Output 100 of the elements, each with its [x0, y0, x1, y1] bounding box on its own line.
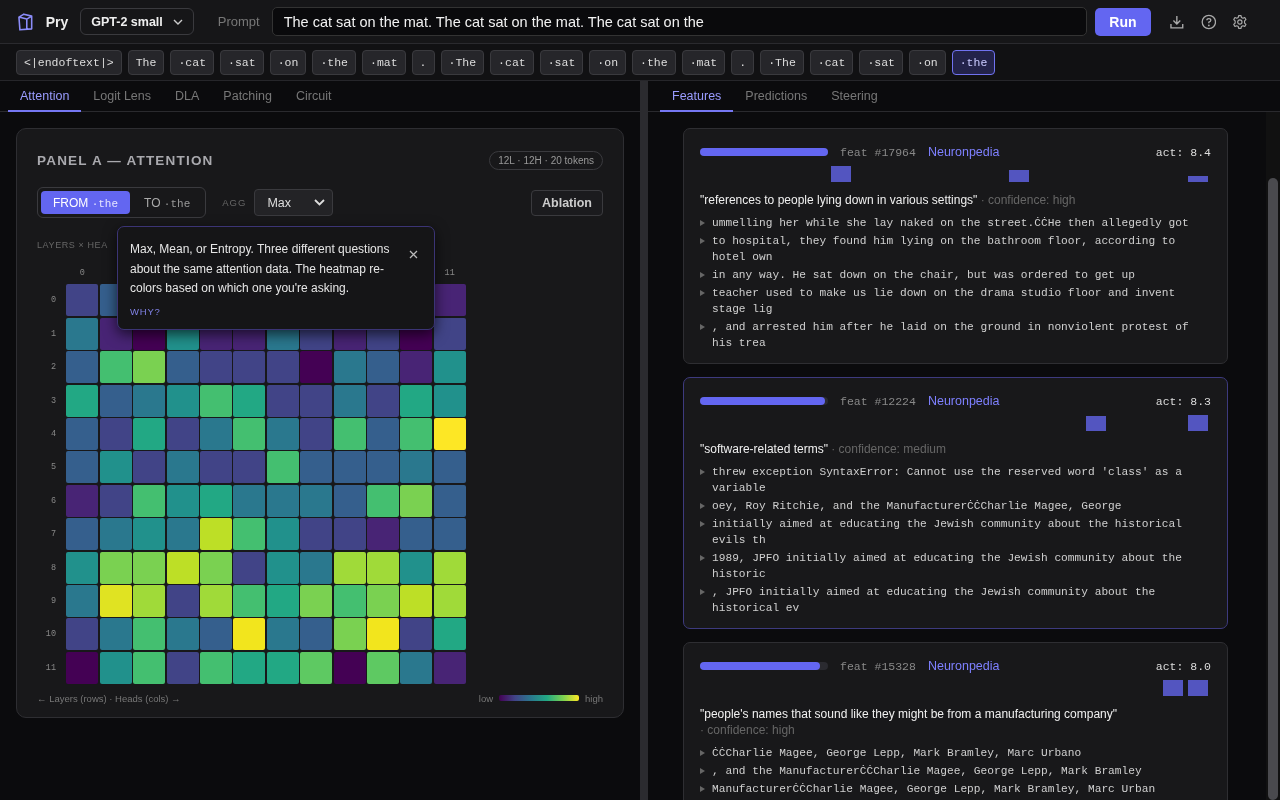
heatmap-cell[interactable] [99, 417, 132, 450]
heatmap-cell[interactable] [66, 584, 99, 617]
direction-option[interactable]: TO ·the [132, 191, 203, 214]
heatmap-cell[interactable] [166, 384, 199, 417]
panel-resize-handle[interactable] [640, 81, 648, 800]
token-chip[interactable]: ·the [632, 49, 676, 75]
heatmap-cell[interactable] [433, 651, 466, 684]
heatmap-cell[interactable] [433, 417, 466, 450]
heatmap-cell[interactable] [300, 351, 333, 384]
heatmap-cell[interactable] [199, 651, 232, 684]
heatmap-cell[interactable] [133, 551, 166, 584]
heatmap-cell[interactable] [233, 584, 266, 617]
heatmap-cell[interactable] [433, 284, 466, 317]
heatmap-cell[interactable] [199, 618, 232, 651]
heatmap-cell[interactable] [400, 551, 433, 584]
heatmap-cell[interactable] [133, 384, 166, 417]
heatmap-cell[interactable] [266, 484, 299, 517]
heatmap-cell[interactable] [266, 518, 299, 551]
heatmap-cell[interactable] [199, 417, 232, 450]
tab[interactable]: Patching [211, 81, 284, 112]
heatmap-cell[interactable] [166, 618, 199, 651]
heatmap-cell[interactable] [233, 384, 266, 417]
feature-card[interactable] [683, 128, 1228, 364]
heatmap-cell[interactable] [333, 551, 366, 584]
heatmap-cell[interactable] [333, 518, 366, 551]
heatmap-cell[interactable] [233, 484, 266, 517]
settings-icon[interactable] [1232, 13, 1248, 30]
heatmap-cell[interactable] [400, 451, 433, 484]
heatmap-cell[interactable] [66, 417, 99, 450]
heatmap-cell[interactable] [300, 484, 333, 517]
heatmap-cell[interactable] [133, 518, 166, 551]
heatmap-cell[interactable] [66, 618, 99, 651]
heatmap-cell[interactable] [66, 451, 99, 484]
feature-card[interactable] [683, 377, 1228, 629]
heatmap-cell[interactable] [300, 651, 333, 684]
token-chip[interactable]: ·sat [859, 49, 903, 75]
heatmap-cell[interactable] [433, 317, 466, 350]
token-chip[interactable]: ·on [909, 49, 946, 75]
token-chip[interactable]: ·the [312, 49, 356, 75]
heatmap-cell[interactable] [366, 417, 399, 450]
heatmap-cell[interactable] [133, 417, 166, 450]
heatmap-cell[interactable] [133, 618, 166, 651]
token-chip[interactable]: ·sat [539, 49, 584, 75]
heatmap-cell[interactable] [166, 518, 199, 551]
heatmap-cell[interactable] [66, 317, 99, 350]
token-chip[interactable]: . [731, 49, 755, 75]
heatmap-cell[interactable] [233, 451, 266, 484]
tab[interactable]: Predictions [733, 81, 820, 112]
heatmap-cell[interactable] [300, 618, 333, 651]
heatmap-cell[interactable] [400, 417, 433, 450]
token-chip[interactable]: ·the [951, 49, 996, 75]
tab[interactable]: Features [660, 81, 734, 112]
heatmap-cell[interactable] [99, 351, 132, 384]
heatmap-cell[interactable] [199, 351, 232, 384]
token-chip[interactable]: ·The [440, 49, 485, 75]
heatmap-cell[interactable] [433, 618, 466, 651]
tab[interactable]: Circuit [284, 81, 344, 112]
heatmap-cell[interactable] [99, 584, 132, 617]
token-chip[interactable]: ·on [269, 49, 307, 75]
token-chip[interactable]: ·sat [220, 49, 264, 75]
direction-option[interactable]: FROM ·the [41, 191, 131, 214]
heatmap-cell[interactable] [400, 351, 433, 384]
heatmap-cell[interactable] [333, 618, 366, 651]
heatmap-cell[interactable] [233, 551, 266, 584]
heatmap-cell[interactable] [300, 584, 333, 617]
heatmap-cell[interactable] [166, 451, 199, 484]
heatmap-cell[interactable] [400, 484, 433, 517]
heatmap-cell[interactable] [333, 484, 366, 517]
heatmap-cell[interactable] [400, 384, 433, 417]
heatmap-cell[interactable] [166, 417, 199, 450]
heatmap-cell[interactable] [366, 351, 399, 384]
heatmap-cell[interactable] [433, 551, 466, 584]
neuronpedia-link[interactable]: Neuronpedia [927, 145, 1000, 159]
heatmap-cell[interactable] [99, 551, 132, 584]
heatmap-cell[interactable] [166, 351, 199, 384]
heatmap-cell[interactable] [300, 451, 333, 484]
token-chip[interactable]: ·The [760, 49, 804, 75]
feature-card[interactable] [683, 642, 1228, 800]
heatmap-cell[interactable] [400, 518, 433, 551]
heatmap-cell[interactable] [199, 551, 232, 584]
token-chip[interactable]: ·mat [362, 49, 406, 75]
heatmap-cell[interactable] [266, 384, 299, 417]
token-chip[interactable]: ·on [589, 49, 627, 75]
heatmap-cell[interactable] [300, 384, 333, 417]
heatmap-cell[interactable] [400, 651, 433, 684]
heatmap-cell[interactable] [166, 551, 199, 584]
heatmap-cell[interactable] [400, 618, 433, 651]
heatmap-cell[interactable] [433, 518, 466, 551]
heatmap-cell[interactable] [66, 518, 99, 551]
prompt-field[interactable]: The cat sat on the mat. The cat sat on the mat. The cat sat on the [271, 7, 1087, 36]
heatmap-cell[interactable] [199, 451, 232, 484]
heatmap-cell[interactable] [66, 484, 99, 517]
heatmap-cell[interactable] [366, 651, 399, 684]
heatmap-cell[interactable] [300, 518, 333, 551]
heatmap-cell[interactable] [366, 384, 399, 417]
heatmap-cell[interactable] [333, 651, 366, 684]
heatmap-cell[interactable] [166, 584, 199, 617]
heatmap-cell[interactable] [266, 351, 299, 384]
heatmap-cell[interactable] [66, 384, 99, 417]
heatmap-cell[interactable] [433, 584, 466, 617]
